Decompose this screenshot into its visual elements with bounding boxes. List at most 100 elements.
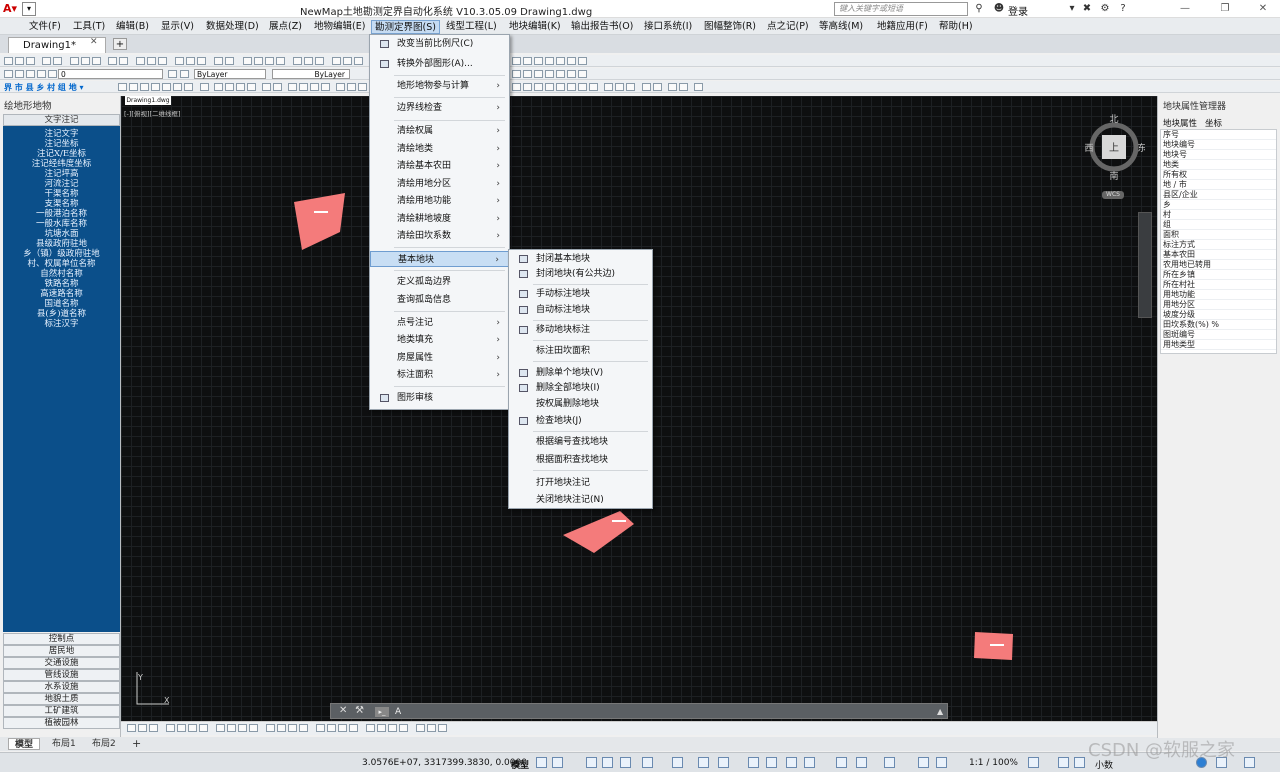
paste-icon[interactable] [92, 57, 101, 65]
dynamic-input-icon[interactable] [602, 757, 613, 768]
survey-tool-1-icon[interactable] [118, 83, 127, 91]
layer-manager-icon[interactable] [4, 70, 13, 78]
view-tool-1-icon[interactable] [642, 83, 651, 91]
open-icon[interactable] [15, 57, 24, 65]
isodraft-icon[interactable] [672, 757, 683, 768]
tab-layout2[interactable]: 布局2 [86, 738, 122, 750]
tab-layout1[interactable]: 布局1 [46, 738, 82, 750]
menu-item-close-parcel-shared[interactable]: 封闭地块(有公共边) [509, 266, 652, 282]
history-arrow-icon[interactable]: ▲ [937, 707, 943, 716]
exchange-icon[interactable]: ✖ [1080, 2, 1094, 16]
export-tool-9-icon[interactable] [604, 83, 613, 91]
snap-tool-13-icon[interactable] [277, 724, 286, 732]
view-tool-2-icon[interactable] [653, 83, 662, 91]
table-row[interactable]: 所有权 [1161, 170, 1276, 180]
left-section-header[interactable]: 文字注记 [3, 114, 120, 126]
table-row[interactable]: 地块号 [1161, 150, 1276, 160]
table-row[interactable]: 组 [1161, 220, 1276, 230]
minimize-icon[interactable]: — [1174, 2, 1196, 16]
list-item[interactable]: 标注汉字 [3, 319, 120, 329]
copy-icon[interactable] [81, 57, 90, 65]
selection-cycling-icon[interactable] [786, 757, 797, 768]
menu-survey-map[interactable]: 勘测定界图(S) [371, 20, 440, 34]
login-button[interactable]: 登录 [1008, 3, 1028, 18]
menu-item-label-area[interactable]: 标注面积 › [370, 367, 509, 383]
snap-tool-26-icon[interactable] [438, 724, 447, 732]
export-tool-8-icon[interactable] [589, 83, 598, 91]
layer-color-icon[interactable] [48, 70, 57, 78]
draw-polyline-icon[interactable] [254, 57, 263, 65]
table-row[interactable]: 田坎系数(%) % [1161, 320, 1276, 330]
new-icon[interactable] [4, 57, 13, 65]
binoculars-icon[interactable]: ⚲ [972, 2, 986, 16]
scale-icon[interactable] [354, 57, 363, 65]
menu-item-draw-ownership[interactable]: 清绘权属 › [370, 123, 509, 139]
category-residential[interactable]: 居民地 [3, 645, 120, 657]
gizmo-icon[interactable] [884, 757, 895, 768]
boundary-tool-icon[interactable] [534, 57, 543, 65]
menu-item-find-by-id[interactable]: 根据编号查找地块 [509, 434, 652, 450]
view-tool-5-icon[interactable] [694, 83, 703, 91]
markup-icon[interactable] [225, 57, 234, 65]
snap-tool-5-icon[interactable] [177, 724, 186, 732]
frame-tool-icon[interactable] [236, 83, 245, 91]
menu-feature-edit[interactable]: 地物编辑(E) [311, 20, 368, 34]
list-item[interactable]: 注记文字 [3, 129, 120, 139]
wcs-menu[interactable]: WCS [1102, 191, 1124, 199]
draw-line-icon[interactable] [243, 57, 252, 65]
report-tool-7-icon[interactable] [358, 83, 367, 91]
admin-level-buttons[interactable]: 界 市 县 乡 村 组 地 ▾ [4, 82, 84, 93]
menu-point-record[interactable]: 点之记(P) [764, 20, 812, 34]
menu-item-open-annotation[interactable]: 打开地块注记 [509, 475, 652, 491]
zoom-window-icon[interactable] [158, 57, 167, 65]
survey-tool-7-icon[interactable] [184, 83, 193, 91]
layer-previous-icon[interactable] [180, 70, 189, 78]
menu-item-delete-all[interactable]: 删除全部地块(I) [509, 380, 652, 396]
snap-tool-23-icon[interactable] [399, 724, 408, 732]
snap-tool-18-icon[interactable] [338, 724, 347, 732]
snap-tool-11-icon[interactable] [249, 724, 258, 732]
export-tool-6-icon[interactable] [567, 83, 576, 91]
table-row[interactable]: 面积 [1161, 230, 1276, 240]
rotate-icon[interactable] [343, 57, 352, 65]
new-tab-button[interactable]: + [113, 38, 127, 50]
parcel-shape-2[interactable] [560, 508, 638, 556]
autodesk-icon[interactable]: ⚙ [1098, 2, 1112, 16]
list-item[interactable]: 河流注记 [3, 179, 120, 189]
list-item[interactable]: 高速路名称 [3, 289, 120, 299]
list-item[interactable]: 注记坪高 [3, 169, 120, 179]
view-tool-3-icon[interactable] [668, 83, 677, 91]
list-item[interactable]: 支渠名称 [3, 199, 120, 209]
table-row[interactable]: 农用地已转用 [1161, 260, 1276, 270]
menu-item-house-attr[interactable]: 房屋属性 › [370, 350, 509, 366]
snap-tool-15-icon[interactable] [299, 724, 308, 732]
transparency-icon[interactable] [766, 757, 777, 768]
table-row[interactable]: 县区/企业 [1161, 190, 1276, 200]
menu-line-engineering[interactable]: 线型工程(L) [443, 20, 500, 34]
survey-tool-6-icon[interactable] [173, 83, 182, 91]
table-tool-icon[interactable] [225, 83, 234, 91]
chart-icon[interactable] [567, 70, 576, 78]
menu-item-delete-single[interactable]: 删除单个地块(V) [509, 365, 652, 381]
design-center-icon[interactable] [186, 57, 195, 65]
layer-freeze-icon[interactable] [26, 70, 35, 78]
category-pipelines[interactable]: 管线设施 [3, 669, 120, 681]
category-industrial[interactable]: 工矿建筑 [3, 705, 120, 717]
list-item[interactable]: 村、权属单位名称 [3, 259, 120, 269]
layer-lock-icon[interactable] [37, 70, 46, 78]
menu-interface[interactable]: 接口系统(I) [641, 20, 695, 34]
menu-item-close-annotation[interactable]: 关闭地块注记(N) [509, 492, 652, 508]
list-item[interactable]: 铁路名称 [3, 279, 120, 289]
menu-item-terrain-calc[interactable]: 地形地物参与计算 › [370, 78, 509, 94]
snap-tool-7-icon[interactable] [199, 724, 208, 732]
survey-tool-3-icon[interactable] [140, 83, 149, 91]
menu-item-close-parcel[interactable]: 封闭基本地块 [509, 251, 652, 267]
category-water[interactable]: 水系设施 [3, 681, 120, 693]
menu-item-delete-by-owner[interactable]: 按权属删除地块 [509, 396, 652, 412]
export-tool-5-icon[interactable] [556, 83, 565, 91]
app-logo-icon[interactable]: A▾ [3, 2, 19, 16]
navigation-bar[interactable] [1138, 212, 1152, 318]
command-prefix-icon[interactable]: ▸_ [375, 707, 389, 717]
table-row[interactable]: 地 / 市 [1161, 180, 1276, 190]
object-snap-tracking-icon[interactable] [698, 757, 709, 768]
